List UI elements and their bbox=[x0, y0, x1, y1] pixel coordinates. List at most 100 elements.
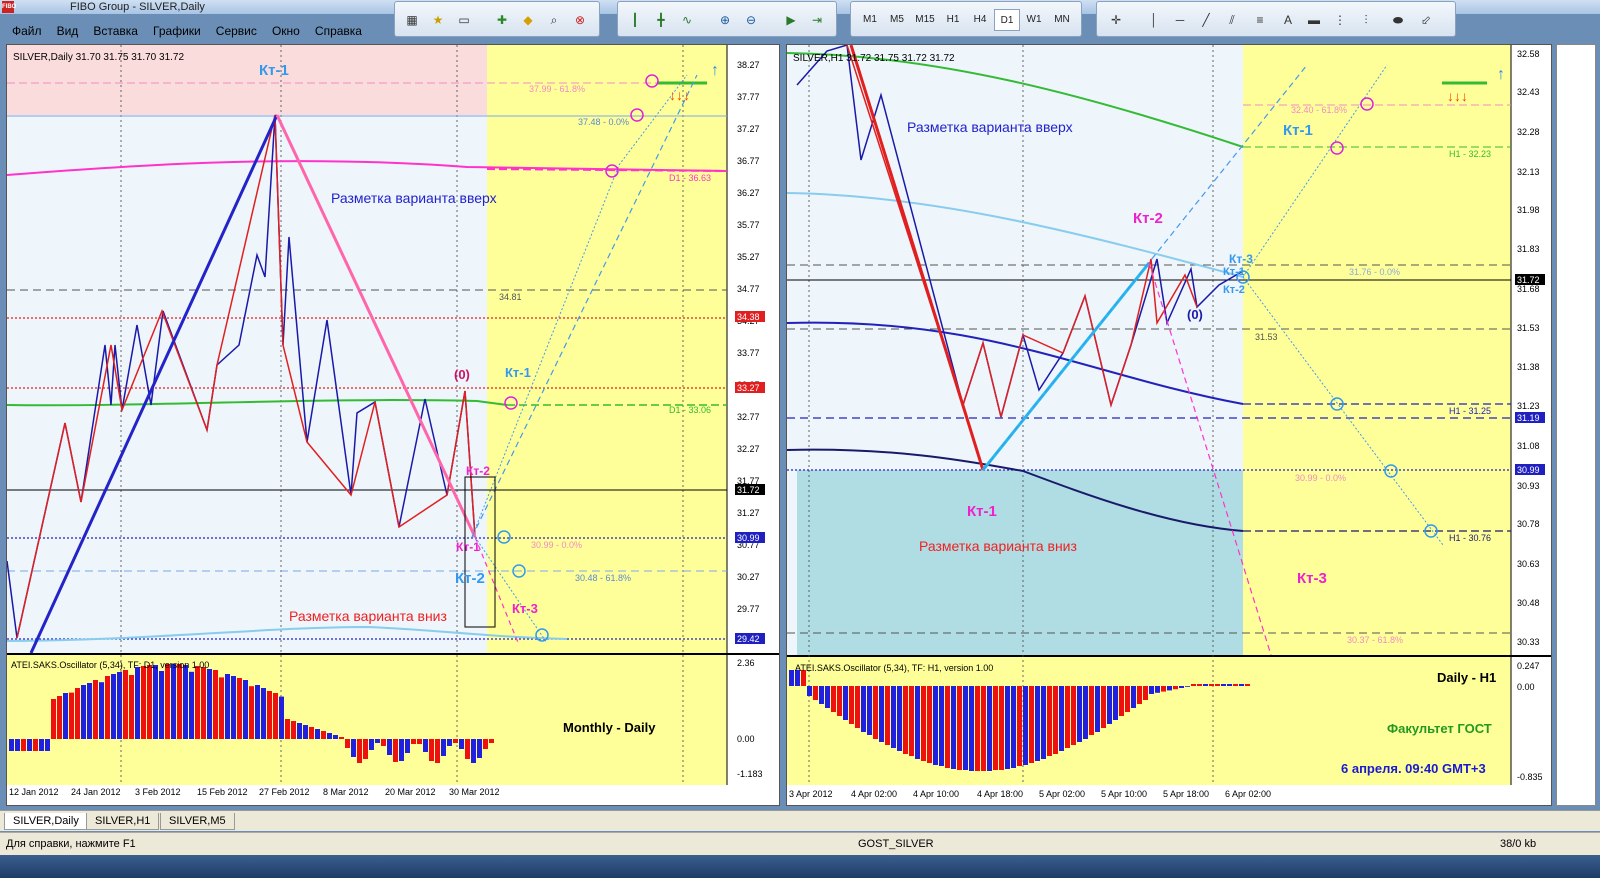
oscillator-bar bbox=[135, 667, 140, 739]
oscillator-bar bbox=[45, 739, 50, 751]
menu-tools[interactable]: Сервис bbox=[216, 22, 257, 40]
tf-m5-button[interactable]: M5 bbox=[884, 9, 910, 31]
oscillator-bar bbox=[63, 693, 68, 739]
oscillator-bar bbox=[189, 671, 194, 739]
oscillator-bar bbox=[1089, 686, 1094, 735]
zoom-search-icon[interactable]: ⌕ bbox=[543, 9, 565, 31]
new-chart-icon[interactable]: ▦ bbox=[401, 9, 423, 31]
tf-w1-button[interactable]: W1 bbox=[1021, 9, 1047, 31]
date-tick: 5 Apr 10:00 bbox=[1101, 789, 1147, 799]
arrows-icon[interactable]: ⬃ bbox=[1415, 9, 1437, 31]
oscillator-bar bbox=[375, 739, 380, 743]
tab-silver-m5[interactable]: SILVER,M5 bbox=[160, 813, 235, 830]
oscillator-bar bbox=[915, 686, 920, 759]
tf-h1-button[interactable]: H1 bbox=[940, 9, 966, 31]
favorites-icon[interactable]: ★ bbox=[427, 9, 449, 31]
left-chart-svg: ↑ ↓↓↓ SILVER,Daily 31.70 31.75 31.70 31.… bbox=[6, 45, 779, 805]
oscillator-bar bbox=[1167, 686, 1172, 691]
menu-help[interactable]: Справка bbox=[315, 22, 362, 40]
fibo-fan-icon[interactable]: ⋮ bbox=[1329, 9, 1351, 31]
oscillator-bar bbox=[1197, 684, 1202, 686]
label-kt2-magenta: Кт-2 bbox=[466, 464, 490, 478]
left-chart-window[interactable]: ↑ ↓↓↓ SILVER,Daily 31.70 31.75 31.70 31.… bbox=[6, 44, 780, 806]
up-arrow-icon: ↑ bbox=[1497, 66, 1505, 83]
tf-h4-button[interactable]: H4 bbox=[967, 9, 993, 31]
price-tick: 31.68 bbox=[1517, 284, 1540, 294]
zoom-out-icon[interactable]: ⊖ bbox=[740, 9, 762, 31]
level-label: 30.48 - 61.8% bbox=[575, 573, 631, 583]
crosshair-icon[interactable]: ✛ bbox=[1105, 9, 1127, 31]
menu-window[interactable]: Окно bbox=[272, 22, 300, 40]
oscillator-bar bbox=[831, 686, 836, 712]
label-up-variant: Разметка варианта вверх bbox=[331, 190, 497, 206]
alert-icon[interactable]: ◆ bbox=[517, 9, 539, 31]
price-tick: 33.77 bbox=[737, 348, 760, 358]
oscillator-bar bbox=[33, 739, 38, 751]
stop-icon[interactable]: ⊗ bbox=[569, 9, 591, 31]
bar-chart-icon[interactable]: ┃ bbox=[624, 9, 646, 31]
oscillator-bar bbox=[1155, 686, 1160, 693]
oscillator-bar bbox=[981, 686, 986, 771]
menu-file[interactable]: Файл bbox=[12, 22, 42, 40]
candle-chart-icon[interactable]: ╋ bbox=[650, 9, 672, 31]
chart-shift-icon[interactable]: ⇥ bbox=[806, 9, 828, 31]
fibo-icon[interactable]: ≡ bbox=[1249, 9, 1271, 31]
tab-silver-daily[interactable]: SILVER,Daily bbox=[4, 813, 88, 830]
tf-d1-button[interactable]: D1 bbox=[994, 9, 1020, 31]
window-icon[interactable]: ▭ bbox=[453, 9, 475, 31]
price-badge: 31.72 bbox=[1517, 275, 1540, 285]
tab-silver-h1[interactable]: SILVER,H1 bbox=[86, 813, 160, 830]
vertical-line-icon[interactable]: │ bbox=[1143, 9, 1165, 31]
oscillator-bar bbox=[27, 739, 32, 751]
label-kt1-blue: Кт-1 bbox=[1283, 122, 1313, 139]
channel-icon[interactable]: ⫽ bbox=[1221, 9, 1243, 31]
oscillator-bar bbox=[117, 672, 122, 739]
oscillator-bar bbox=[9, 739, 14, 751]
oscillator-bar bbox=[363, 739, 368, 759]
text-icon[interactable]: A bbox=[1277, 9, 1299, 31]
price-badge: 30.99 bbox=[737, 533, 760, 543]
oscillator-bar bbox=[147, 665, 152, 739]
label-icon[interactable]: ▬ bbox=[1303, 9, 1325, 31]
menu-insert[interactable]: Вставка bbox=[93, 22, 138, 40]
autoscroll-icon[interactable]: ▶ bbox=[780, 9, 802, 31]
menu-view[interactable]: Вид bbox=[57, 22, 79, 40]
oscillator-bar bbox=[177, 664, 182, 739]
standard-toolbar: ▦ ★ ▭ ✚ ◆ ⌕ ⊗ bbox=[394, 1, 600, 37]
label-zero: (0) bbox=[1187, 307, 1203, 322]
line-chart-icon[interactable]: ∿ bbox=[676, 9, 698, 31]
osc-label: Monthly - Daily bbox=[563, 720, 656, 735]
oscillator-bar bbox=[309, 727, 314, 739]
oscillator-bar bbox=[243, 680, 248, 739]
oscillator-bar bbox=[963, 686, 968, 770]
oscillator-bar bbox=[1035, 686, 1040, 761]
fibo-lines-icon[interactable]: ⫶ bbox=[1355, 9, 1377, 31]
oscillator-bar bbox=[1173, 686, 1178, 690]
oscillator-bar bbox=[1149, 686, 1154, 694]
right-chart-window[interactable]: ↑ ↓↓↓ SILVER,H1 31.72 31.75 31.72 31.72 … bbox=[786, 44, 1552, 806]
price-tick: 37.27 bbox=[737, 124, 760, 134]
oscillator-bar bbox=[957, 686, 962, 770]
zoom-in-icon[interactable]: ⊕ bbox=[714, 9, 736, 31]
menu-charts[interactable]: Графики bbox=[153, 22, 201, 40]
tf-mn-button[interactable]: MN bbox=[1048, 9, 1076, 31]
oscillator-bar bbox=[837, 686, 842, 716]
taskbar bbox=[0, 855, 1600, 878]
oscillator-bar bbox=[423, 739, 428, 752]
oscillator-bar bbox=[1095, 686, 1100, 732]
oscillator-bar bbox=[387, 739, 392, 755]
oscillator-bar bbox=[399, 739, 404, 761]
tf-m15-button[interactable]: M15 bbox=[911, 9, 939, 31]
new-order-icon[interactable]: ✚ bbox=[491, 9, 513, 31]
level-label: 34.81 bbox=[499, 292, 522, 302]
oscillator-bar bbox=[903, 686, 908, 754]
oscillator-bar bbox=[405, 739, 410, 753]
horizontal-line-icon[interactable]: ─ bbox=[1169, 9, 1191, 31]
oscillator-bar bbox=[1023, 686, 1028, 765]
oscillator-bar bbox=[213, 670, 218, 739]
ellipse-icon[interactable]: ⬬ bbox=[1387, 9, 1409, 31]
label-up-variant: Разметка варианта вверх bbox=[907, 119, 1073, 135]
trendline-icon[interactable]: ╱ bbox=[1195, 9, 1217, 31]
tf-m1-button[interactable]: M1 bbox=[857, 9, 883, 31]
oscillator-bar bbox=[429, 739, 434, 761]
